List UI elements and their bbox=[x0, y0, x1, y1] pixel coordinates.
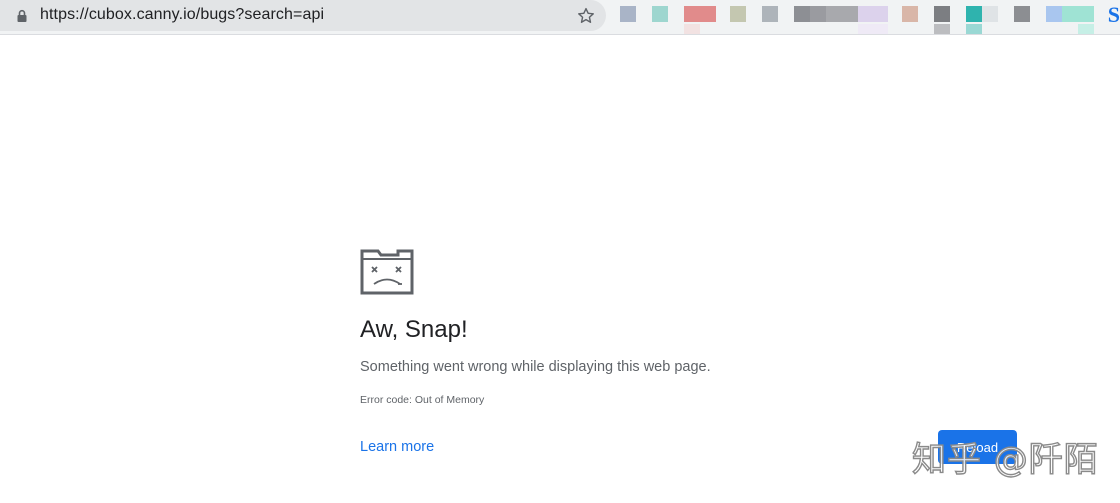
browser-toolbar: https://cubox.canny.io/bugs?search=api S bbox=[0, 0, 1120, 35]
bookmark-blur[interactable] bbox=[826, 6, 858, 22]
bookmark-blur[interactable] bbox=[902, 6, 918, 22]
bookmark-blur[interactable] bbox=[652, 6, 668, 22]
bookmark-blur[interactable] bbox=[1046, 6, 1062, 22]
star-icon[interactable] bbox=[576, 6, 596, 26]
bookmark-blur[interactable] bbox=[794, 6, 810, 22]
lock-icon[interactable] bbox=[15, 9, 29, 23]
sad-tab-icon bbox=[360, 249, 414, 295]
bookmark-blur bbox=[966, 24, 982, 34]
bookmark-blur bbox=[858, 24, 888, 34]
bookmark-s-icon[interactable]: S bbox=[1108, 2, 1120, 28]
bookmark-blur[interactable] bbox=[858, 6, 888, 22]
bookmark-blur bbox=[1078, 24, 1094, 34]
bookmark-blur[interactable] bbox=[934, 6, 950, 22]
error-code: Error code: Out of Memory bbox=[360, 394, 485, 406]
error-title: Aw, Snap! bbox=[360, 316, 468, 343]
bookmark-blur bbox=[684, 24, 700, 34]
bookmark-blur[interactable] bbox=[684, 6, 716, 22]
bookmark-blur[interactable] bbox=[762, 6, 778, 22]
bookmark-blur[interactable] bbox=[810, 6, 826, 22]
url-text[interactable]: https://cubox.canny.io/bugs?search=api bbox=[40, 6, 324, 24]
address-bar[interactable]: https://cubox.canny.io/bugs?search=api bbox=[0, 0, 606, 31]
bookmark-blur[interactable] bbox=[982, 6, 998, 22]
bookmark-blur[interactable] bbox=[1062, 6, 1094, 22]
learn-more-link[interactable]: Learn more bbox=[360, 439, 434, 455]
bookmark-blur[interactable] bbox=[620, 6, 636, 22]
error-message: Something went wrong while displaying th… bbox=[360, 359, 711, 375]
reload-button[interactable]: Reload bbox=[938, 430, 1017, 464]
bookmarks-bar: S bbox=[612, 0, 1120, 42]
bookmark-blur bbox=[934, 24, 950, 34]
bookmark-blur[interactable] bbox=[966, 6, 982, 22]
bookmark-blur[interactable] bbox=[1014, 6, 1030, 22]
bookmark-blur[interactable] bbox=[730, 6, 746, 22]
